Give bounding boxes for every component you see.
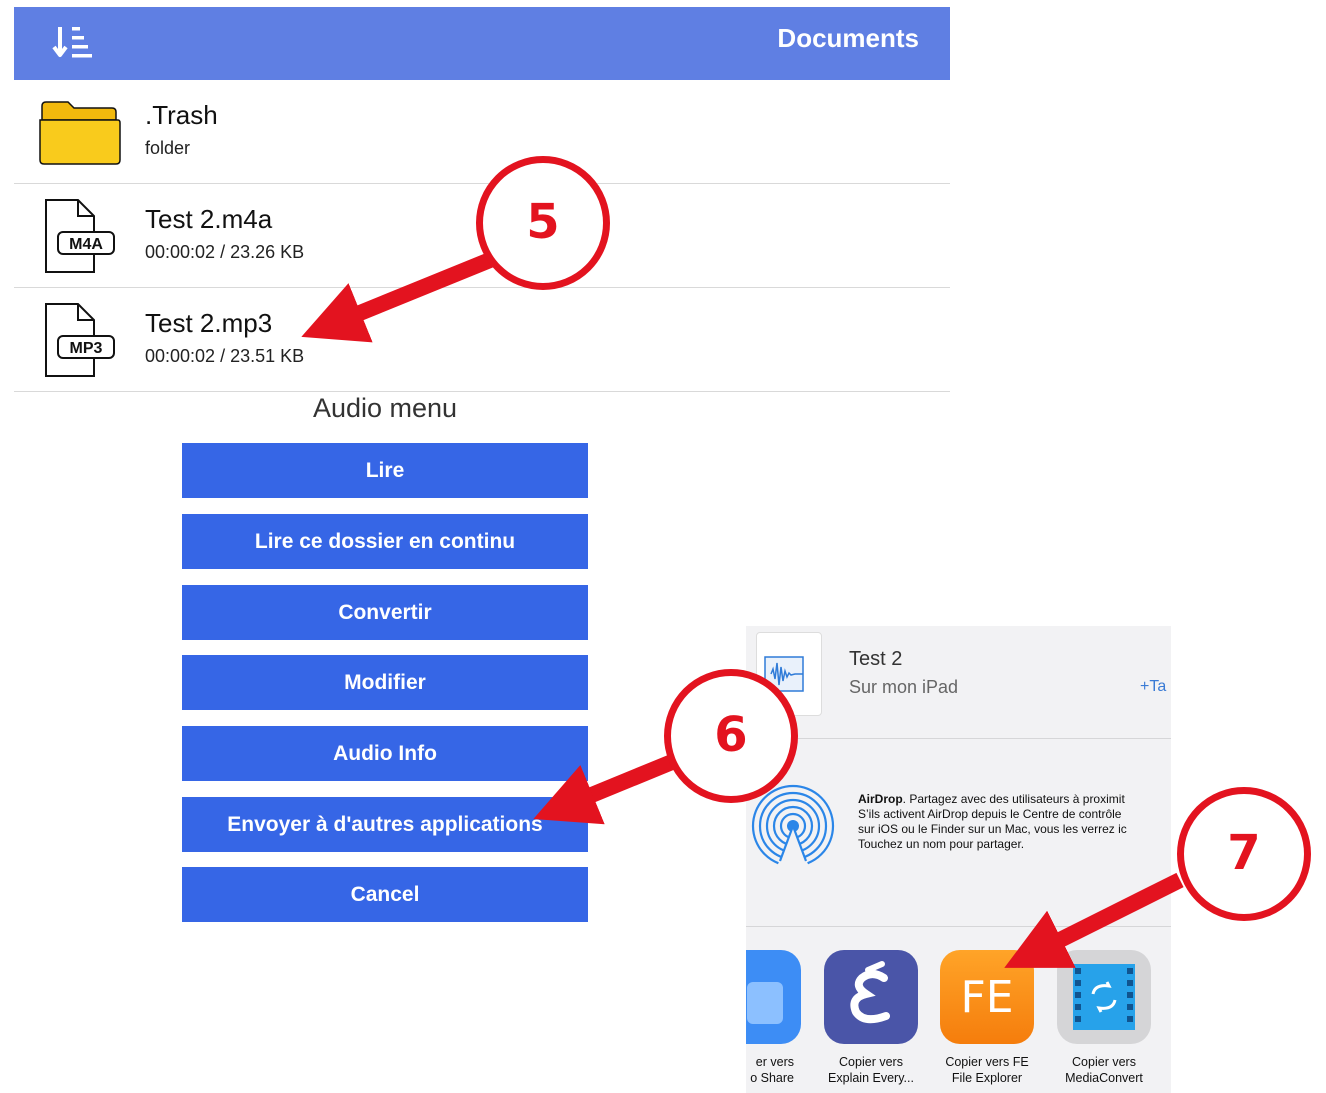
step-6-badge: 6	[664, 669, 798, 803]
annotation-arrows	[301, 250, 1184, 968]
step-7-badge: 7	[1177, 787, 1311, 921]
arrow-5	[301, 250, 499, 343]
arrow-6	[533, 754, 676, 825]
arrow-7	[1004, 872, 1184, 968]
step-5-badge: 5	[476, 156, 610, 290]
